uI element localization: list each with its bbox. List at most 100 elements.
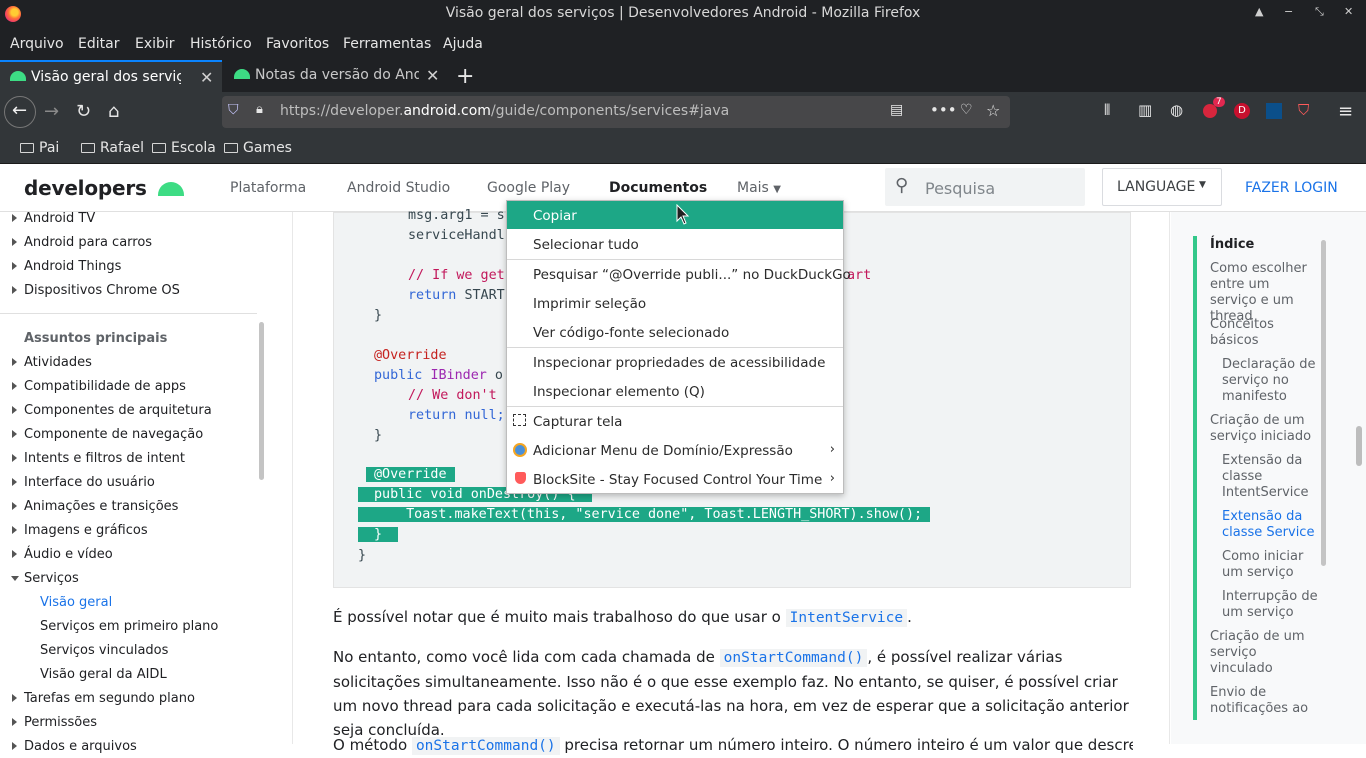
bookmark-folder-rafael[interactable]: Rafael — [81, 140, 144, 156]
nav-item[interactable]: Animações e transições — [12, 499, 178, 514]
nav-android-studio[interactable]: Android Studio — [347, 180, 450, 196]
nav-item[interactable]: Áudio e vídeo — [12, 547, 113, 562]
nav-documentos[interactable]: Documentos — [609, 180, 707, 196]
toc-entry[interactable]: Como iniciar um serviço — [1222, 549, 1318, 581]
menu-item-blocksite[interactable]: BlockSite - Stay Focused Control Your Ti… — [507, 465, 843, 493]
nav-subitem[interactable]: Visão geral da AIDL — [40, 667, 167, 682]
toc-entry[interactable]: Criação de um serviço vinculado — [1210, 629, 1318, 677]
sidebar-icon[interactable]: ▥ — [1138, 101, 1152, 119]
nav-item[interactable]: Android TV — [12, 211, 95, 226]
close-tab-icon[interactable]: ✕ — [200, 68, 213, 87]
bookmark-folder-escola[interactable]: Escola — [152, 140, 216, 156]
menu-item-capturar-tela[interactable]: Capturar tela — [507, 407, 843, 435]
search-box[interactable]: ⚲ Pesquisa — [885, 168, 1085, 206]
dropdown-arrow-icon: ▼ — [1199, 180, 1206, 190]
developers-logo[interactable]: developers — [24, 176, 184, 200]
nav-item[interactable]: Dados e arquivos — [12, 739, 137, 754]
menu-item-imprimir-selecao[interactable]: Imprimir seleção — [507, 289, 843, 317]
menu-item-inspecionar-elemento[interactable]: Inspecionar elemento (Q) — [507, 377, 843, 405]
nav-subitem[interactable]: Serviços vinculados — [40, 643, 168, 658]
lock-icon[interactable]: 🔒︎ — [256, 102, 263, 117]
url-bar[interactable]: ⛉ 🔒︎ https://developer.android.com/guide… — [222, 96, 1010, 128]
close-tab-icon[interactable]: ✕ — [426, 66, 439, 85]
reload-icon[interactable]: ↻ — [76, 101, 91, 122]
library-icon[interactable]: ⫴ — [1104, 101, 1110, 119]
toc-entry[interactable]: Interrupção de um serviço — [1222, 589, 1318, 621]
nav-google-play[interactable]: Google Play — [487, 180, 570, 196]
bookmark-folder-games[interactable]: Games — [224, 140, 292, 156]
menu-historico[interactable]: Histórico — [190, 36, 252, 52]
menu-ferramentas[interactable]: Ferramentas — [343, 36, 431, 52]
menu-item-copiar[interactable]: Copiar — [507, 201, 843, 229]
nav-item[interactable]: Componente de navegação — [12, 427, 203, 442]
nav-item[interactable]: Permissões — [12, 715, 97, 730]
toc-entry[interactable]: Conceitos básicos — [1210, 317, 1318, 349]
menu-item-ver-codigo-fonte[interactable]: Ver código-fonte selecionado — [507, 318, 843, 346]
toc-entry[interactable]: Criação de um serviço iniciado — [1210, 413, 1318, 445]
window-shade-icon[interactable]: ▲ — [1255, 5, 1263, 18]
nav-item[interactable]: Intents e filtros de intent — [12, 451, 185, 466]
window-maximize-icon[interactable]: ⤡ — [1315, 5, 1324, 19]
onstartcommand-link[interactable]: onStartCommand() — [411, 737, 560, 755]
tracking-shield-icon[interactable]: ⛉ — [228, 102, 239, 118]
search-placeholder: Pesquisa — [925, 179, 996, 198]
menu-item-adicionar-dominio[interactable]: Adicionar Menu de Domínio/Expressão › — [507, 436, 843, 464]
toc-entry-current[interactable]: Extensão da classe Service — [1222, 509, 1318, 541]
language-button[interactable]: LANGUAGE ▼ — [1102, 168, 1222, 206]
code-line: // If we get — [408, 268, 505, 283]
login-link[interactable]: FAZER LOGIN — [1245, 180, 1338, 196]
toc-entry[interactable]: Declaração de serviço no manifesto — [1222, 357, 1318, 405]
blocksite-shield-icon[interactable]: ⛉ — [1298, 101, 1309, 119]
menu-editar[interactable]: Editar — [78, 36, 119, 52]
nav-item[interactable]: Android para carros — [12, 235, 152, 250]
bookmark-folder-pai[interactable]: Pai — [20, 140, 59, 156]
nav-mais[interactable]: Mais ▼ — [737, 180, 781, 196]
selected-code-line: } — [358, 527, 399, 542]
reader-view-icon[interactable]: ▤ — [890, 102, 903, 118]
menu-ajuda[interactable]: Ajuda — [443, 36, 483, 52]
toc-scrollbar[interactable] — [1321, 240, 1326, 566]
nav-item-servicos[interactable]: Serviços — [11, 571, 79, 586]
bookmark-star-icon[interactable]: ☆ — [986, 101, 1000, 120]
tab-notas-versao[interactable]: Notas da versão do Android ✕ — [224, 60, 446, 92]
menu-arquivo[interactable]: Arquivo — [10, 36, 64, 52]
folder-icon — [224, 143, 238, 153]
page-scrollbar[interactable] — [1356, 426, 1362, 466]
home-icon[interactable]: ⌂ — [108, 101, 119, 122]
toc-entry[interactable]: Envio de notificações ao — [1210, 685, 1318, 719]
nav-item[interactable]: Atividades — [12, 355, 92, 370]
extension-d-icon[interactable]: D — [1234, 103, 1250, 119]
extension-globe-icon[interactable]: ◍ — [1170, 101, 1183, 119]
forward-arrow-icon[interactable]: → — [44, 101, 59, 122]
pocket-icon[interactable]: ♡ — [960, 102, 973, 118]
nav-subitem-active[interactable]: Visão geral — [40, 595, 112, 610]
menu-item-pesquisar[interactable]: Pesquisar “@Override publi...” no DuckDu… — [507, 260, 851, 288]
menu-item-selecionar-tudo[interactable]: Selecionar tudo — [507, 230, 843, 258]
nav-item[interactable]: Android Things — [12, 259, 121, 274]
new-tab-icon[interactable]: + — [456, 64, 474, 89]
menu-exibir[interactable]: Exibir — [135, 36, 175, 52]
tab-visao-geral[interactable]: Visão geral dos serviços ✕ — [0, 60, 222, 92]
page-actions-icon[interactable]: ••• — [930, 101, 957, 119]
window-close-icon[interactable]: ✕ — [1344, 5, 1353, 18]
hamburger-menu-icon[interactable]: ≡ — [1338, 101, 1353, 122]
nav-item[interactable]: Tarefas em segundo plano — [12, 691, 195, 706]
nav-subitem[interactable]: Serviços em primeiro plano — [40, 619, 218, 634]
back-button[interactable]: ← — [4, 96, 36, 128]
onstartcommand-link[interactable]: onStartCommand() — [719, 649, 868, 667]
extension-chart-icon[interactable] — [1266, 103, 1282, 119]
menu-favoritos[interactable]: Favoritos — [266, 36, 329, 52]
nav-item[interactable]: Dispositivos Chrome OS — [12, 283, 180, 298]
nav-item[interactable]: Interface do usuário — [12, 475, 155, 490]
nav-item[interactable]: Componentes de arquitetura — [12, 403, 212, 418]
toc-entry[interactable]: Como escolher entre um serviço e um thre… — [1210, 261, 1318, 325]
toc-entry[interactable]: Extensão da classe IntentService — [1222, 453, 1318, 501]
menu-item-inspecionar-acessibilidade[interactable]: Inspecionar propriedades de acessibilida… — [507, 348, 843, 376]
window-minimize-icon[interactable]: − — [1284, 5, 1293, 18]
left-nav-scrollbar[interactable] — [259, 322, 264, 480]
nav-item[interactable]: Imagens e gráficos — [12, 523, 148, 538]
intentservice-link[interactable]: IntentService — [785, 609, 908, 627]
nav-item[interactable]: Compatibilidade de apps — [12, 379, 186, 394]
nav-plataforma[interactable]: Plataforma — [230, 180, 306, 196]
back-arrow-icon: ← — [12, 100, 28, 121]
